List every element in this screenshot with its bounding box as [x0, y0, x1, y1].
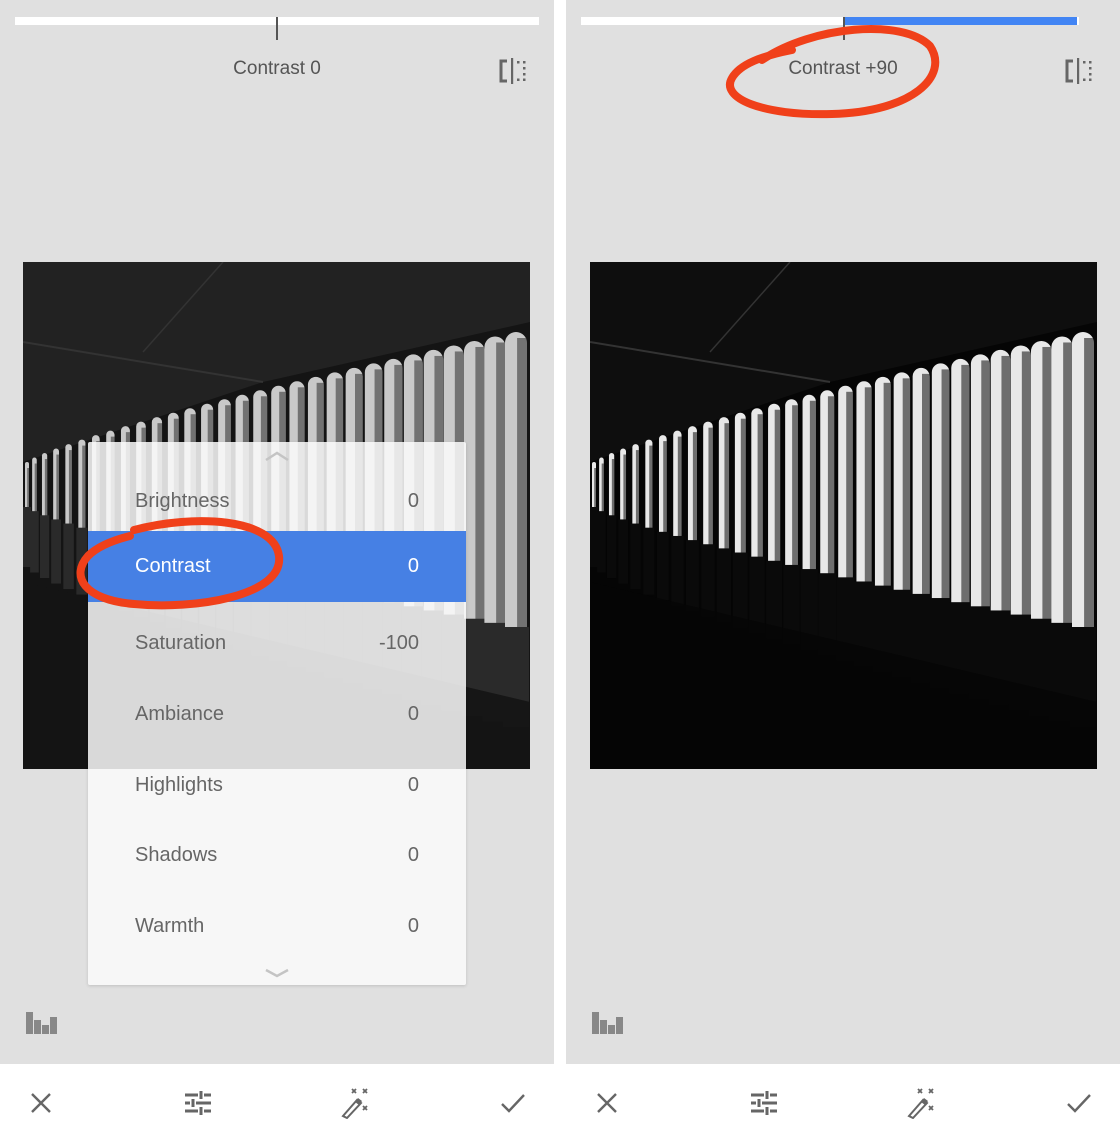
adjust-tool-button[interactable] — [747, 1086, 781, 1120]
slider-fill — [843, 17, 1077, 25]
editor-pane-after: Contrast +90 — [566, 0, 1120, 1138]
menu-item-label: Warmth — [135, 915, 205, 937]
checkmark-icon — [501, 1094, 525, 1113]
slider-center-tick — [843, 17, 845, 40]
histogram-icon[interactable] — [26, 1010, 58, 1036]
menu-item-value: 0 — [407, 774, 419, 796]
adjust-tool-button[interactable] — [181, 1086, 215, 1120]
menu-item-value: 0 — [407, 915, 419, 937]
menu-item-value: 0 — [407, 555, 419, 577]
chevron-up-icon[interactable] — [264, 450, 290, 462]
menu-item-saturation[interactable]: Saturation -100 — [88, 608, 466, 679]
menu-item-label: Brightness — [135, 490, 230, 512]
adjustment-menu: Brightness 0 Contrast 0 Saturation -100 … — [88, 442, 466, 985]
menu-item-value: 0 — [407, 703, 419, 725]
magic-wand-icon — [341, 1088, 368, 1119]
close-icon — [31, 1093, 51, 1113]
auto-adjust-button[interactable] — [338, 1086, 372, 1120]
editor-pane-before: Contrast 0 Brightness 0 Contrast 0 Satur… — [0, 0, 554, 1138]
close-icon — [597, 1093, 617, 1113]
bottom-toolbar — [566, 1064, 1120, 1138]
menu-item-value: 0 — [407, 490, 419, 512]
auto-adjust-button[interactable] — [904, 1086, 938, 1120]
menu-item-contrast[interactable]: Contrast 0 — [88, 531, 466, 602]
menu-item-label: Shadows — [135, 844, 218, 866]
menu-item-highlights[interactable]: Highlights 0 — [88, 750, 466, 821]
pane-divider — [554, 0, 566, 1138]
cancel-button[interactable] — [590, 1086, 624, 1120]
workspace: Contrast 0 Brightness 0 Contrast 0 Satur… — [0, 0, 554, 1064]
sliders-icon — [751, 1091, 777, 1115]
adjustment-label: Contrast +90 — [788, 58, 898, 79]
compare-split-icon[interactable] — [498, 58, 528, 84]
workspace: Contrast +90 — [566, 0, 1120, 1064]
menu-item-label: Ambiance — [135, 703, 224, 725]
sliders-icon — [185, 1091, 211, 1115]
bottom-toolbar — [0, 1064, 554, 1138]
menu-item-label: Saturation — [135, 632, 227, 654]
adjustment-slider[interactable] — [581, 17, 1079, 25]
menu-item-ambiance[interactable]: Ambiance 0 — [88, 679, 466, 750]
apply-button[interactable] — [1062, 1086, 1096, 1120]
cancel-button[interactable] — [24, 1086, 58, 1120]
menu-item-value: -100 — [378, 632, 419, 654]
menu-item-label: Contrast — [135, 555, 211, 577]
menu-item-value: 0 — [407, 844, 419, 866]
menu-item-shadows[interactable]: Shadows 0 — [88, 820, 466, 891]
apply-button[interactable] — [496, 1086, 530, 1120]
menu-item-warmth[interactable]: Warmth 0 — [88, 891, 466, 962]
chevron-down-icon[interactable] — [264, 967, 290, 979]
histogram-icon[interactable] — [592, 1010, 624, 1036]
compare-split-icon[interactable] — [1064, 58, 1094, 84]
checkmark-icon — [1067, 1094, 1091, 1113]
menu-item-brightness[interactable]: Brightness 0 — [88, 466, 466, 537]
magic-wand-icon — [907, 1088, 934, 1119]
photo-preview — [590, 262, 1097, 769]
slider-center-tick — [276, 17, 278, 40]
menu-item-label: Highlights — [135, 774, 223, 796]
adjustment-label: Contrast 0 — [233, 58, 321, 79]
